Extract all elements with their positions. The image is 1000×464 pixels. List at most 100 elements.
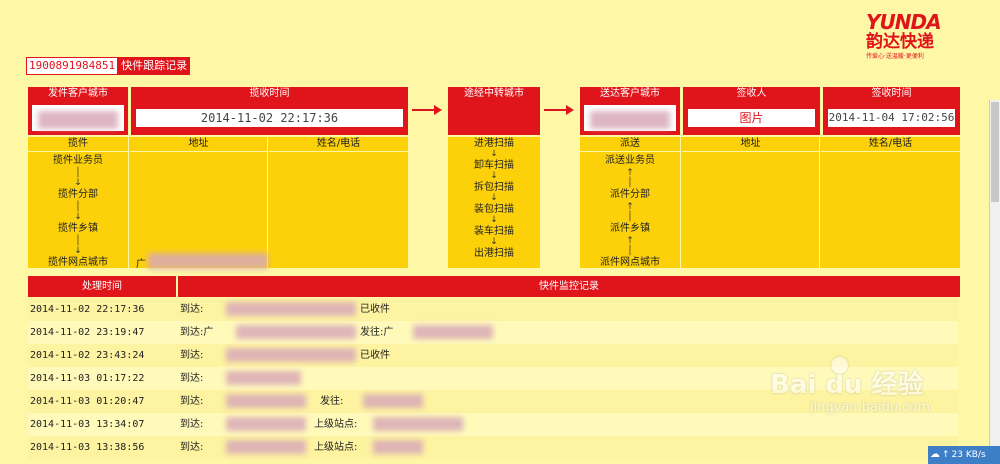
collect-time-field: 2014-11-02 22:17:36 [131,101,408,135]
row-suffix: 发往: [320,396,344,407]
arrow-down-icon: ↓ [490,171,498,181]
table-row: 2014-11-03 13:34:07 到达: 上级站点: [28,413,958,436]
sender-city-header: 发件客户城市 [28,87,128,101]
sign-time-field: 2014-11-04 17:02:56 [823,101,960,135]
redacted-text [226,371,301,385]
arrow-up-icon: ↑ │ [626,236,634,256]
flow-step-4: 派件网点城市 [600,257,660,268]
vertical-scrollbar[interactable] [989,100,1000,464]
scroll-thumb[interactable] [991,102,999,202]
arrow-up-icon: ↑ │ [626,202,634,222]
sender-city-field [28,101,128,135]
flow-step-1: 揽件业务员 [53,155,103,166]
address-label: 地址 [130,137,267,152]
pickup-label: 揽件 [28,137,128,152]
pickup-flow: 揽件业务员 │ ↓ 揽件分部 │ ↓ 揽件乡镇 │ ↓ 揽件网点城市 [28,152,128,270]
transit-city-header: 途经中转城市 [448,87,540,101]
sender-address-partial: 广 [136,259,146,270]
watermark-text: Bai du 经验 [770,370,924,400]
redacted-address [148,253,268,269]
arrow-down-icon: ↓ [490,237,498,247]
arrow-down-icon: │ ↓ [74,236,82,256]
brand-cn-name: 韵达快递 [866,32,934,52]
recipient-city-header: 送达客户城市 [580,87,680,101]
row-desc: 到达: [180,373,204,384]
row-desc: 到达: [180,396,204,407]
sign-time-value: 2014-11-04 17:02:56 [826,107,957,129]
row-time: 2014-11-02 23:19:47 [30,327,145,338]
signer-header: 签收人 [683,87,820,101]
row-suffix: 上级站点: [314,442,358,453]
dispatch-label: 派送 [580,137,680,152]
row-desc: 到达: [180,442,204,453]
name-label: 姓名/电话 [821,137,960,152]
arrow-down-icon: ↓ [490,149,498,159]
address-col: 地址 [130,137,268,268]
flow-step-2: 揽件分部 [58,189,98,200]
arrow-right-icon [544,103,574,120]
watermark: ● Bai du 经验 jingyan.baidu.com [770,352,970,415]
row-time: 2014-11-03 13:34:07 [30,419,145,430]
sign-time-header: 签收时间 [823,87,960,101]
pickup-col: 揽件 揽件业务员 │ ↓ 揽件分部 │ ↓ 揽件乡镇 │ ↓ 揽件网点城市 [28,137,129,268]
row-suffix: 上级站点: [314,419,358,430]
address-label: 地址 [682,137,819,152]
redacted-text [226,348,356,362]
table-row: 2014-11-03 13:38:56 到达: 上级站点: [28,436,958,459]
redacted-text [226,394,306,408]
arrow-down-icon: ↓ [490,215,498,225]
redacted-text [363,394,423,408]
row-time: 2014-11-03 01:20:47 [30,396,145,407]
row-time: 2014-11-02 22:17:36 [30,304,145,315]
network-speed-widget[interactable]: ☁ ↑ 23 KB/s [928,446,1000,464]
row-suffix: 已收件 [360,350,390,361]
redacted-text [413,325,493,339]
recipient-city-field [580,101,680,135]
redacted-text [373,417,463,431]
scan-step-6: 出港扫描 [474,248,514,259]
records-log-header: 快件监控记录 [539,281,599,292]
flow-step-3: 派件乡镇 [610,223,650,234]
row-time: 2014-11-02 23:43:24 [30,350,145,361]
tracking-number[interactable]: 1900891984851 [26,57,119,75]
redacted-text [226,440,306,454]
upload-arrow-icon: ↑ [942,450,950,460]
paw-icon: ● [830,352,850,377]
records-header: 处理时间 快件监控记录 [28,276,960,297]
row-desc: 到达: [180,350,204,361]
name-label: 姓名/电话 [269,137,408,152]
recipient-details-panel: 派送 派送业务员 ↑ │ 派件分部 ↑ │ 派件乡镇 ↑ │ 派件网点城市 地址 姓名… [580,137,960,268]
tracking-title: 快件跟踪记录 [118,57,191,75]
row-suffix: 发往:广 [360,327,394,338]
brand-logo: YUNDA 韵达快递 传爱心·送温暖·更便利 [866,12,962,61]
tracking-header: 1900891984851 快件跟踪记录 [26,57,191,75]
signer-field: 图片 [683,101,820,135]
row-time: 2014-11-03 13:38:56 [30,442,145,453]
row-desc: 到达: [180,304,204,315]
arrow-down-icon: │ ↓ [74,202,82,222]
redacted-text [226,417,306,431]
signer-value[interactable]: 图片 [686,107,817,129]
table-row: 2014-11-02 22:17:36 到达: 已收件 [28,298,958,321]
network-speed: 23 KB/s [951,450,986,460]
flow-step-1: 派送业务员 [605,155,655,166]
name-col: 姓名/电话 [269,137,408,268]
arrow-up-icon: ↑ │ [626,168,634,188]
redacted-text [236,325,356,339]
row-desc: 到达: [180,419,204,430]
transit-flow-panel: 进港扫描 ↓ 卸车扫描 ↓ 拆包扫描 ↓ 装包扫描 ↓ 装车扫描 ↓ 出港扫描 [448,137,540,268]
collect-time-value: 2014-11-02 22:17:36 [134,107,405,129]
arrow-down-icon: │ ↓ [74,168,82,188]
redacted-city [38,111,118,129]
arrow-down-icon: ↓ [490,193,498,203]
brand-slogan: 传爱心·送温暖·更便利 [866,53,924,60]
watermark-url: jingyan.baidu.com [810,400,930,415]
redacted-city [590,111,670,129]
dispatch-col: 派送 派送业务员 ↑ │ 派件分部 ↑ │ 派件乡镇 ↑ │ 派件网点城市 [580,137,681,268]
network-icon: ☁ [930,449,940,460]
brand-name: YUNDA [866,10,942,34]
redacted-text [373,440,423,454]
row-suffix: 已收件 [360,304,390,315]
redacted-text [226,302,356,316]
dispatch-flow: 派送业务员 ↑ │ 派件分部 ↑ │ 派件乡镇 ↑ │ 派件网点城市 [580,152,680,270]
